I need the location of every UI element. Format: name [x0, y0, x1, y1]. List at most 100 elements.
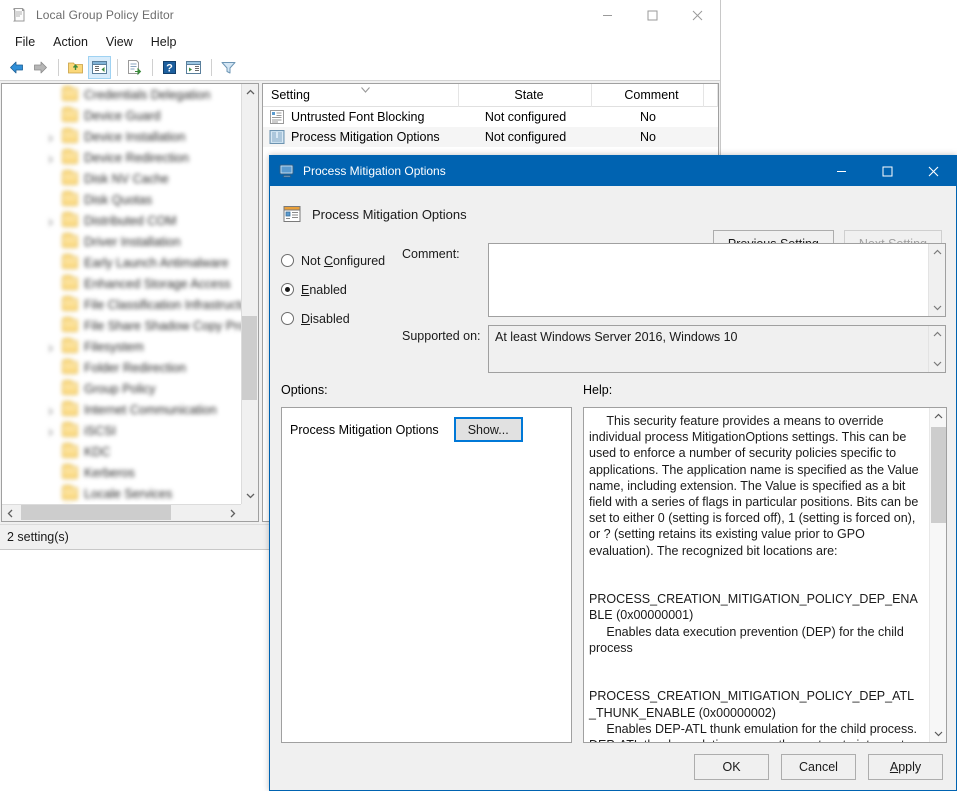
- expand-chevron-icon[interactable]: [46, 153, 55, 162]
- tree-item[interactable]: Locale Services: [2, 483, 241, 504]
- tree-item[interactable]: Disk Quotas: [2, 189, 241, 210]
- tree-item[interactable]: File Share Shadow Copy Provider: [2, 315, 241, 336]
- policy-editor-icon: [11, 7, 27, 23]
- column-header-comment[interactable]: Comment: [592, 84, 704, 107]
- help-scroll-down-arrow[interactable]: [930, 725, 947, 742]
- scroll-left-arrow[interactable]: [2, 505, 19, 522]
- expand-chevron-icon[interactable]: [46, 342, 55, 351]
- menu-view[interactable]: View: [97, 32, 142, 52]
- ok-button[interactable]: OK: [694, 754, 769, 780]
- tree-item[interactable]: Early Launch Antimalware: [2, 252, 241, 273]
- column-header-setting-label: Setting: [271, 88, 310, 102]
- tree-item[interactable]: Device Installation: [2, 126, 241, 147]
- tree-item[interactable]: Device Guard: [2, 105, 241, 126]
- back-button[interactable]: [5, 56, 28, 79]
- radio-enabled[interactable]: Enabled: [281, 275, 385, 304]
- tree-item[interactable]: Folder Redirection: [2, 357, 241, 378]
- tree-item[interactable]: Disk NV Cache: [2, 168, 241, 189]
- tree-item-label: Enhanced Storage Access: [84, 277, 231, 291]
- tree-item[interactable]: Credentials Delegation: [2, 84, 241, 105]
- expand-chevron-icon[interactable]: [46, 405, 55, 414]
- tree-item-label: Disk Quotas: [84, 193, 152, 207]
- supported-scrollbar[interactable]: [928, 326, 945, 372]
- comment-value: [489, 244, 945, 252]
- comment-scroll-down-arrow[interactable]: [929, 299, 946, 316]
- scroll-right-arrow[interactable]: [224, 505, 241, 522]
- comment-scroll-up-arrow[interactable]: [929, 244, 946, 261]
- radio-label: Disabled: [301, 312, 350, 326]
- policy-setting-icon: [282, 204, 302, 224]
- radio-not-configured[interactable]: Not Configured: [281, 246, 385, 275]
- help-scroll-thumb[interactable]: [931, 427, 946, 523]
- forward-button[interactable]: [29, 56, 52, 79]
- help-scrollbar[interactable]: [929, 408, 946, 742]
- expand-chevron-icon[interactable]: [46, 132, 55, 141]
- settings-list-rows: Untrusted Font BlockingNot configuredNoP…: [263, 107, 718, 147]
- scroll-up-arrow[interactable]: [242, 84, 259, 101]
- tree-item[interactable]: Enhanced Storage Access: [2, 273, 241, 294]
- dialog-minimize-icon[interactable]: [818, 156, 864, 186]
- tree-horizontal-scrollbar[interactable]: [2, 504, 241, 521]
- toolbar: ?: [0, 54, 720, 81]
- comment-scrollbar[interactable]: [928, 244, 945, 316]
- settings-list-header: Setting State Comment: [263, 84, 718, 107]
- tree-item-label: iSCSI: [84, 424, 116, 438]
- close-icon[interactable]: [675, 0, 720, 30]
- properties-icon[interactable]: [182, 56, 205, 79]
- cell-comment: No: [592, 130, 704, 144]
- tree-item[interactable]: Group Policy: [2, 378, 241, 399]
- maximize-icon[interactable]: [630, 0, 675, 30]
- comment-textbox[interactable]: [488, 243, 946, 317]
- cell-comment: No: [592, 110, 704, 124]
- help-scroll-up-arrow[interactable]: [930, 408, 947, 425]
- tree-item[interactable]: iSCSI: [2, 420, 241, 441]
- menu-file[interactable]: File: [6, 32, 44, 52]
- supported-scroll-down-arrow[interactable]: [929, 355, 946, 372]
- up-one-level-button[interactable]: [64, 56, 87, 79]
- funnel-icon[interactable]: [217, 56, 240, 79]
- console-tree-icon[interactable]: [88, 56, 111, 79]
- radio-indicator[interactable]: [281, 283, 294, 296]
- tree-item[interactable]: File Classification Infrastructure: [2, 294, 241, 315]
- radio-disabled[interactable]: Disabled: [281, 304, 385, 333]
- help-text: This security feature provides a means t…: [584, 408, 928, 742]
- tree-item[interactable]: Internet Communication: [2, 399, 241, 420]
- tree-item-label: Early Launch Antimalware: [84, 256, 229, 270]
- radio-label: Enabled: [301, 283, 347, 297]
- menu-help[interactable]: Help: [142, 32, 186, 52]
- tree-item-label: Driver Installation: [84, 235, 181, 249]
- tree-item[interactable]: Filesystem: [2, 336, 241, 357]
- comment-label: Comment:: [402, 247, 460, 261]
- scroll-down-arrow[interactable]: [242, 487, 259, 504]
- column-header-setting[interactable]: Setting: [263, 84, 459, 107]
- radio-indicator[interactable]: [281, 312, 294, 325]
- tree-item-label: Credentials Delegation: [84, 88, 210, 102]
- expand-chevron-icon[interactable]: [46, 216, 55, 225]
- tree-item[interactable]: Driver Installation: [2, 231, 241, 252]
- apply-button[interactable]: Apply: [868, 754, 943, 780]
- tree-item[interactable]: Kerberos: [2, 462, 241, 483]
- dialog-maximize-icon[interactable]: [864, 156, 910, 186]
- minimize-icon[interactable]: [585, 0, 630, 30]
- toolbar-separator: [152, 59, 153, 76]
- radio-indicator[interactable]: [281, 254, 294, 267]
- tree-item[interactable]: KDC: [2, 441, 241, 462]
- column-header-state[interactable]: State: [459, 84, 592, 107]
- table-row[interactable]: Untrusted Font BlockingNot configuredNo: [263, 107, 718, 127]
- export-list-button[interactable]: [123, 56, 146, 79]
- supported-scroll-up-arrow[interactable]: [929, 326, 946, 343]
- question-mark-icon[interactable]: ?: [158, 56, 181, 79]
- menu-action[interactable]: Action: [44, 32, 97, 52]
- tree-item-label: Locale Services: [84, 487, 172, 501]
- table-row[interactable]: Process Mitigation OptionsNot configured…: [263, 127, 718, 147]
- folder-icon: [62, 445, 78, 458]
- dialog-close-icon[interactable]: [910, 156, 956, 186]
- show-button[interactable]: Show...: [454, 417, 523, 442]
- tree-hscroll-thumb[interactable]: [21, 505, 171, 520]
- tree-item[interactable]: Distributed COM: [2, 210, 241, 231]
- tree-scroll-thumb[interactable]: [242, 316, 257, 400]
- expand-chevron-icon[interactable]: [46, 426, 55, 435]
- tree-item[interactable]: Device Redirection: [2, 147, 241, 168]
- tree-vertical-scrollbar[interactable]: [241, 84, 258, 504]
- cancel-button[interactable]: Cancel: [781, 754, 856, 780]
